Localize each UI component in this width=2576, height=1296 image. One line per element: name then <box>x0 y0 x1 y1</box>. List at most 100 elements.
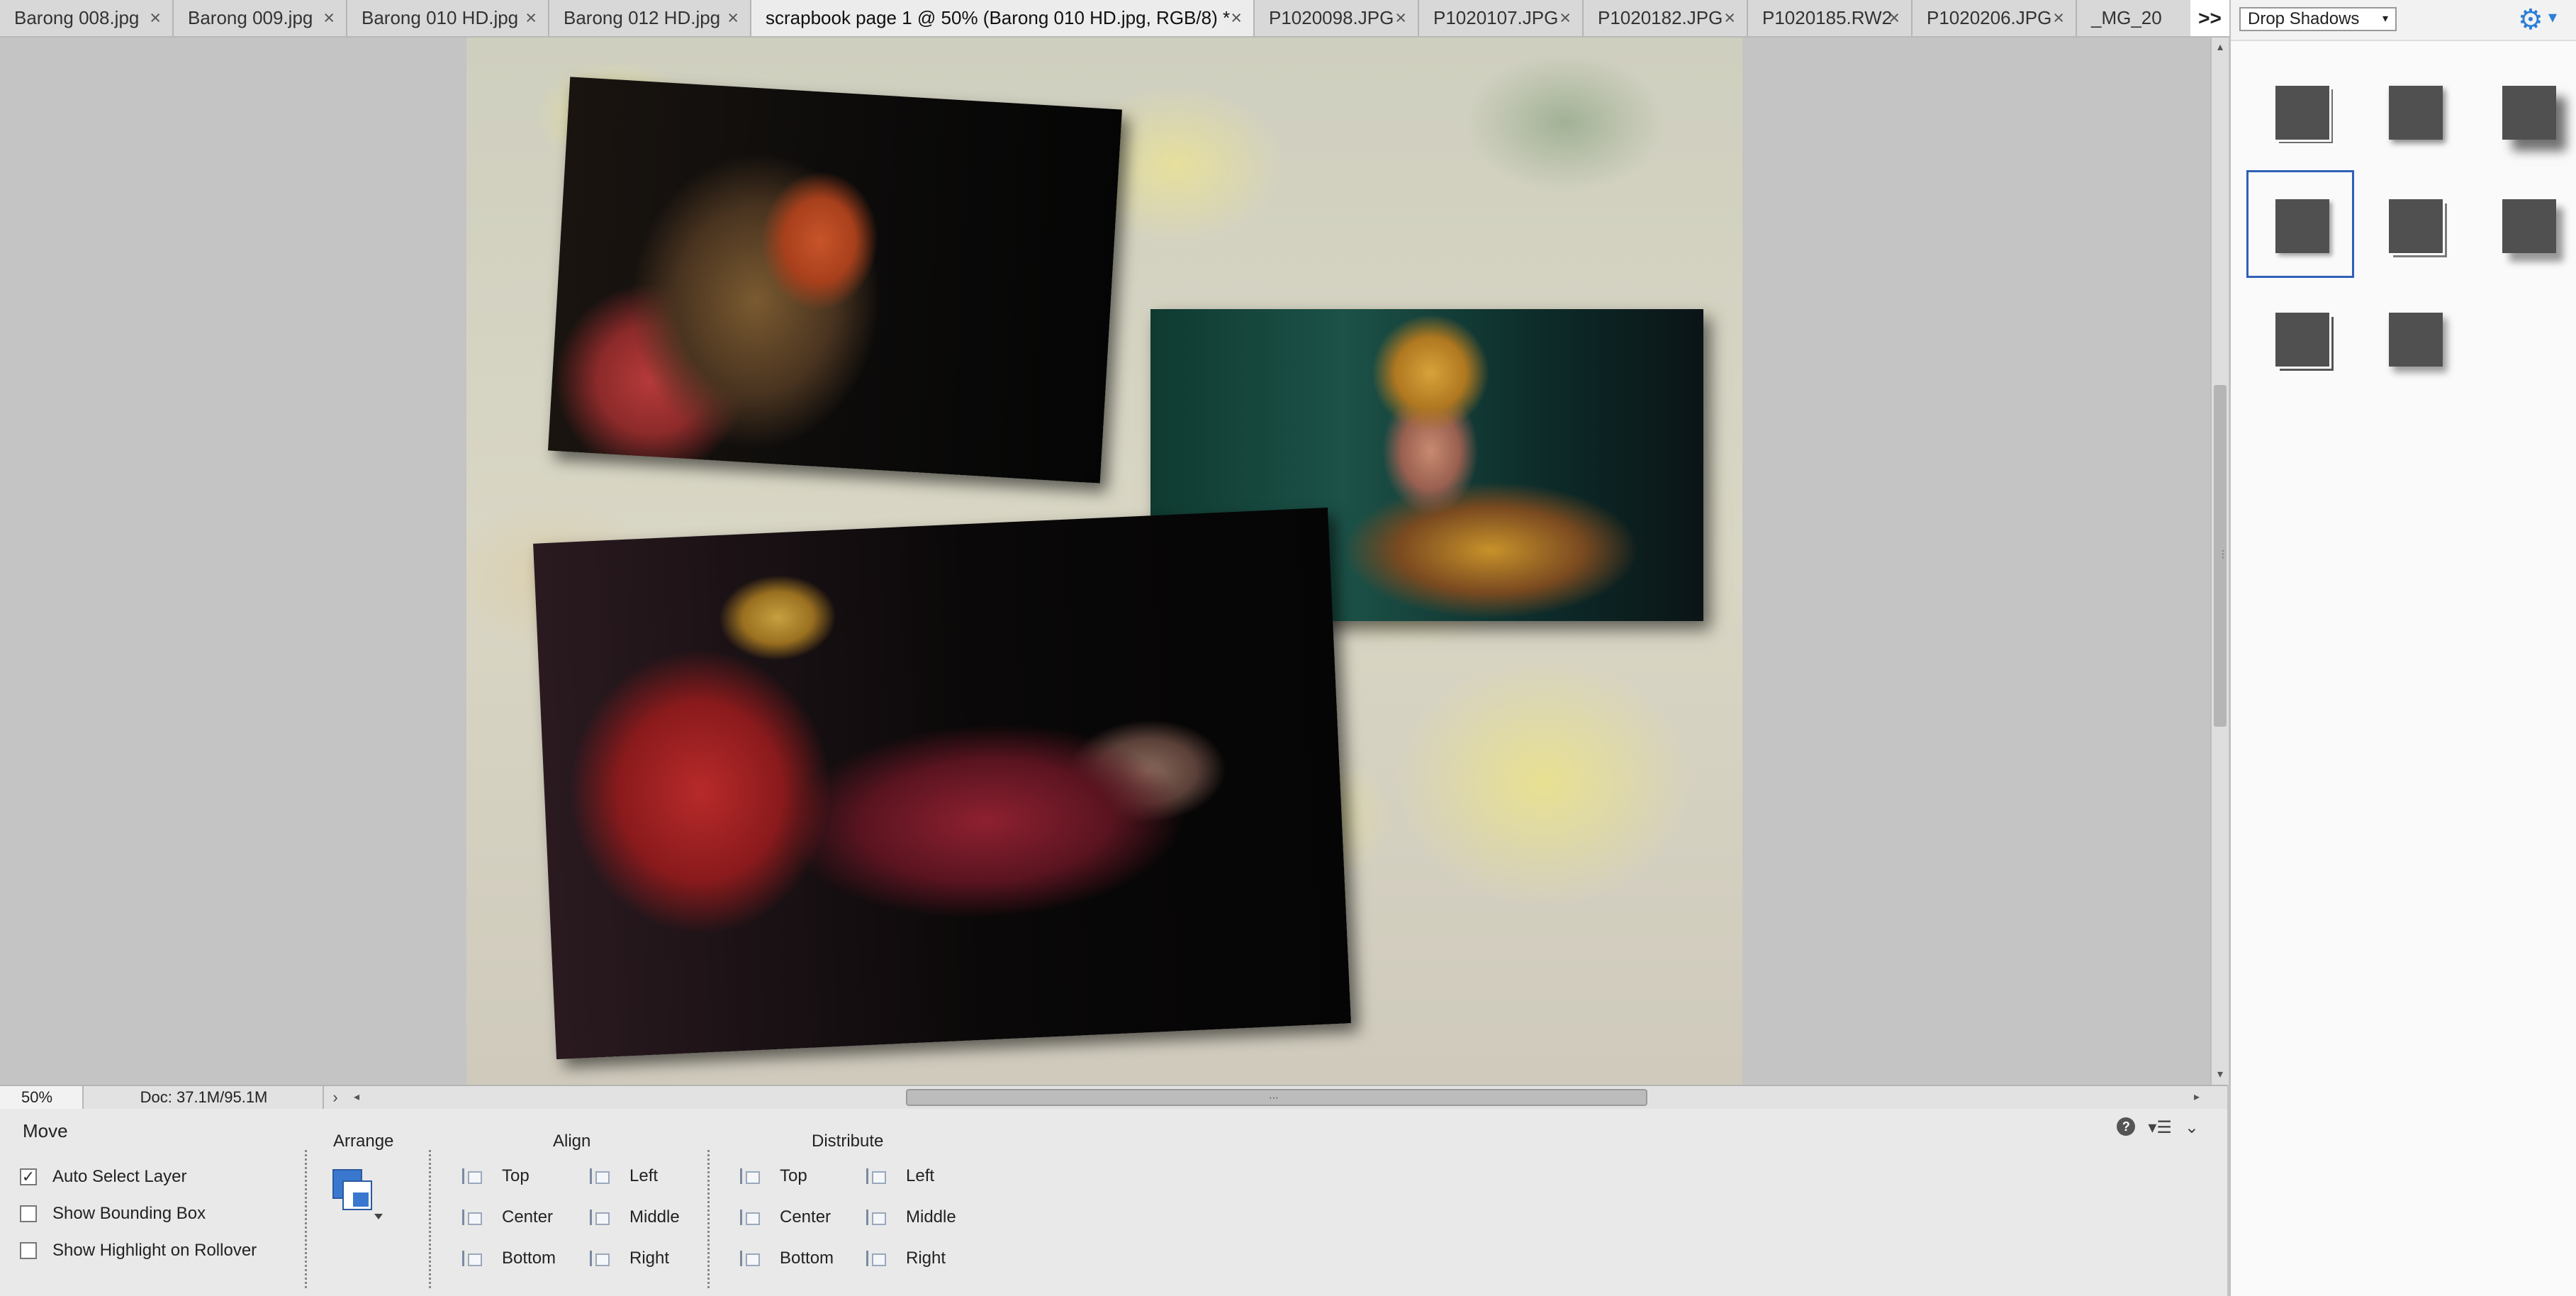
document-size-info: Doc: 37.1M/95.1M <box>85 1086 324 1109</box>
panel-options-icon[interactable]: ▾ <box>2548 7 2557 28</box>
tab-label: P1020185.RW2 <box>1762 7 1893 28</box>
photo-dancer-red-costume[interactable] <box>533 507 1351 1060</box>
effects-panel: Drop Shadows ▾ ⚙ ▾ <box>2229 0 2576 1296</box>
tab-label: Barong 008.jpg <box>14 7 140 28</box>
help-icon[interactable]: ? <box>2117 1117 2136 1136</box>
shadow-preview <box>2275 86 2329 140</box>
close-icon[interactable]: × <box>1888 7 1900 29</box>
auto-select-layer-checkbox[interactable]: ✓ <box>20 1168 37 1185</box>
distribute-top-button[interactable]: Top <box>737 1164 807 1188</box>
divider <box>429 1150 431 1288</box>
scroll-down-arrow-icon[interactable]: ▾ <box>2212 1065 2229 1085</box>
align-center-button[interactable]: Center <box>459 1205 553 1229</box>
document-tab[interactable]: P1020107.JPG × <box>1419 0 1584 36</box>
auto-select-layer-option[interactable]: ✓ Auto Select Layer <box>20 1167 186 1187</box>
dropdown-value: Drop Shadows <box>2248 9 2360 28</box>
distribute-bottom-icon <box>737 1246 761 1270</box>
document-tab[interactable]: Barong 008.jpg × <box>0 0 174 36</box>
distribute-middle-icon <box>863 1205 887 1229</box>
option-label: Center <box>502 1207 554 1227</box>
photo-barong-mask[interactable] <box>548 77 1122 484</box>
arrange-icon[interactable] <box>332 1168 383 1219</box>
horizontal-scroll-thumb[interactable]: ⋯ <box>906 1089 1647 1106</box>
vertical-scroll-thumb[interactable]: ⋮ <box>2214 385 2228 727</box>
close-icon[interactable]: × <box>727 7 739 29</box>
align-middle-button[interactable]: Middle <box>587 1205 680 1229</box>
tab-label: P1020206.JPG <box>1927 7 2052 28</box>
document-tab[interactable]: Barong 010 HD.jpg × <box>347 0 549 36</box>
drop-shadow-thumbnail[interactable] <box>2246 57 2354 164</box>
align-right-button[interactable]: Right <box>587 1246 669 1270</box>
drop-shadow-thumbnail[interactable] <box>2473 57 2576 164</box>
distribute-middle-button[interactable]: Middle <box>863 1205 956 1229</box>
close-icon[interactable]: × <box>1231 7 1242 29</box>
distribute-right-icon <box>863 1246 887 1270</box>
effects-panel-header: Drop Shadows ▾ ⚙ ▾ <box>2231 0 2576 41</box>
show-bounding-box-checkbox[interactable] <box>20 1205 37 1222</box>
document-tab[interactable]: P1020185.RW2 × <box>1748 0 1913 36</box>
show-highlight-checkbox[interactable] <box>20 1242 37 1259</box>
align-top-button[interactable]: Top <box>459 1164 530 1188</box>
drop-shadow-thumbnail-selected[interactable] <box>2246 170 2354 278</box>
document-tab[interactable]: P1020182.JPG × <box>1584 0 1748 36</box>
document-tab[interactable]: Barong 009.jpg × <box>174 0 347 36</box>
scroll-up-arrow-icon[interactable]: ▴ <box>2212 38 2229 57</box>
document-tab[interactable]: scrapbook page 1 @ 50% (Barong 010 HD.jp… <box>751 0 1255 36</box>
option-label: Middle <box>629 1207 680 1227</box>
drop-shadow-thumbnail[interactable] <box>2360 284 2468 391</box>
chevron-down-icon[interactable]: ⌄ <box>2185 1117 2199 1138</box>
shadow-preview <box>2502 199 2556 253</box>
drop-shadow-thumbnail[interactable] <box>2360 57 2468 164</box>
document-tab[interactable]: P1020098.JPG × <box>1255 0 1419 36</box>
show-highlight-option[interactable]: Show Highlight on Rollover <box>20 1241 257 1261</box>
shadow-preview <box>2389 86 2443 140</box>
align-left-icon <box>587 1164 611 1188</box>
gear-icon[interactable]: ⚙ <box>2518 6 2543 34</box>
distribute-center-icon <box>737 1205 761 1229</box>
align-left-button[interactable]: Left <box>587 1164 658 1188</box>
tab-label: scrapbook page 1 @ 50% (Barong 010 HD.jp… <box>766 7 1231 28</box>
close-icon[interactable]: × <box>525 7 537 29</box>
vertical-scrollbar[interactable]: ▴ ⋮ ▾ <box>2210 38 2229 1085</box>
tab-label: P1020098.JPG <box>1269 7 1394 28</box>
close-icon[interactable]: × <box>150 7 161 29</box>
shadow-preview <box>2389 313 2443 367</box>
close-icon[interactable]: × <box>2053 7 2064 29</box>
distribute-left-button[interactable]: Left <box>863 1164 934 1188</box>
close-icon[interactable]: × <box>1559 7 1571 29</box>
checkbox-label: Show Highlight on Rollover <box>52 1241 257 1260</box>
close-icon[interactable]: × <box>1724 7 1735 29</box>
distribute-center-button[interactable]: Center <box>737 1205 831 1229</box>
zoom-level-field[interactable]: 50% <box>0 1086 84 1109</box>
distribute-title: Distribute <box>812 1132 884 1151</box>
canvas-area[interactable] <box>0 38 2210 1085</box>
distribute-right-button[interactable]: Right <box>863 1246 946 1270</box>
close-icon[interactable]: × <box>323 7 335 29</box>
scroll-left-arrow-icon[interactable]: ◂ <box>347 1086 366 1109</box>
menu-icon[interactable]: ▾☰ <box>2148 1117 2172 1138</box>
scrapbook-page[interactable] <box>466 38 1742 1085</box>
distribute-bottom-button[interactable]: Bottom <box>737 1246 834 1270</box>
divider <box>707 1150 710 1288</box>
document-tab-bar: Barong 008.jpg × Barong 009.jpg × Barong 010… <box>0 0 2229 38</box>
close-icon[interactable]: × <box>1395 7 1406 29</box>
align-bottom-icon <box>459 1246 483 1270</box>
drop-shadow-thumbnail[interactable] <box>2360 170 2468 278</box>
drop-shadow-thumbnail[interactable] <box>2473 170 2576 278</box>
option-label: Center <box>780 1207 831 1227</box>
show-bounding-box-option[interactable]: Show Bounding Box <box>20 1204 206 1224</box>
drop-shadow-thumbnail[interactable] <box>2246 284 2354 391</box>
tab-label: P1020182.JPG <box>1598 7 1723 28</box>
grip-icon: ⋯ <box>1269 1092 1279 1103</box>
effects-category-dropdown[interactable]: Drop Shadows ▾ <box>2239 7 2397 31</box>
align-bottom-button[interactable]: Bottom <box>459 1246 556 1270</box>
option-label: Left <box>629 1166 659 1185</box>
document-tab[interactable]: Barong 012 HD.jpg × <box>549 0 751 36</box>
tab-label: Barong 010 HD.jpg <box>362 7 519 28</box>
status-info-menu-icon[interactable]: › <box>326 1086 345 1109</box>
scroll-right-arrow-icon[interactable]: ▸ <box>2188 1086 2206 1109</box>
option-label: Top <box>780 1166 807 1185</box>
distribute-left-icon <box>863 1164 887 1188</box>
tab-overflow-button[interactable]: >> <box>2190 0 2229 36</box>
document-tab[interactable]: P1020206.JPG × <box>1913 0 2077 36</box>
